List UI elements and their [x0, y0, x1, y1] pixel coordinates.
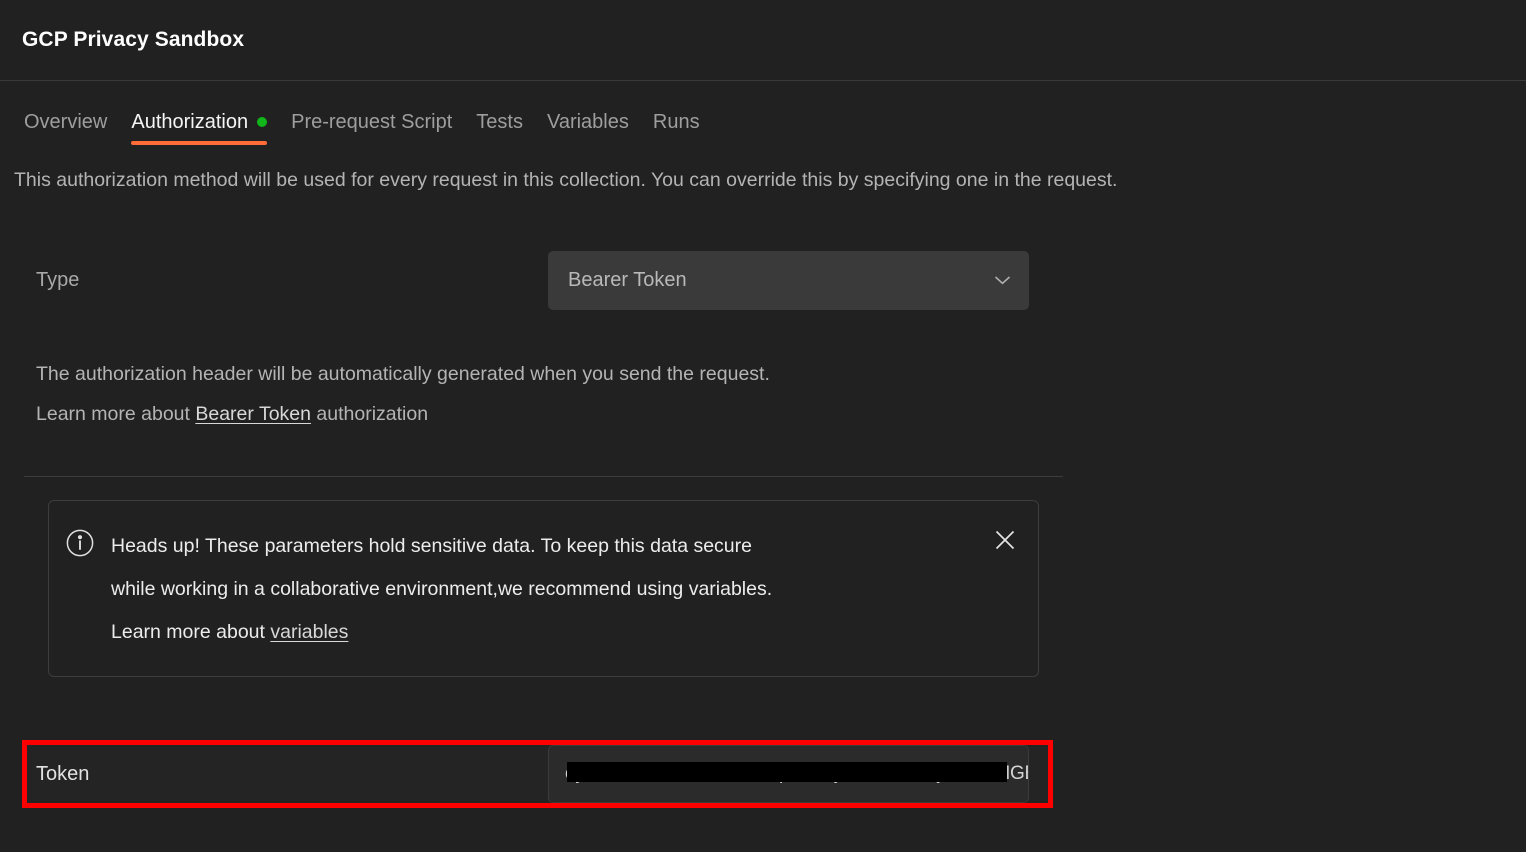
auth-type-selected-value: Bearer Token	[568, 269, 687, 292]
callout-message: Heads up! These parameters hold sensitiv…	[111, 525, 1020, 654]
tab-status-dot	[257, 117, 267, 127]
authorization-description: This authorization method will be used f…	[12, 147, 1514, 191]
tab-tests[interactable]: Tests	[464, 93, 535, 145]
tab-authorization[interactable]: Authorization	[119, 93, 279, 145]
auth-help-text: The authorization header will be automat…	[12, 354, 1514, 434]
callout-line-3: Learn more about variables	[111, 611, 1020, 654]
tab-overview[interactable]: Overview	[12, 93, 119, 145]
token-redaction-overlay	[567, 762, 1007, 782]
tab-variables[interactable]: Variables	[535, 93, 641, 145]
auth-help-line-2: Learn more about Bearer Token authorizat…	[36, 394, 1514, 434]
callout-line-1: Heads up! These parameters hold sensitiv…	[111, 525, 1020, 568]
token-input[interactable]: eyJhbGciOiJSUzI1NiIsImtpZCI6IjE1M2I1ZTFj…	[548, 745, 1029, 803]
chevron-down-icon	[994, 275, 1011, 285]
tab-label: Tests	[476, 112, 523, 132]
auth-help-line-1: The authorization header will be automat…	[36, 354, 1514, 394]
auth-type-label: Type	[36, 269, 548, 292]
callout-line-2: while working in a collaborative environ…	[111, 568, 1020, 611]
tab-runs[interactable]: Runs	[641, 93, 712, 145]
auth-type-dropdown[interactable]: Bearer Token	[548, 251, 1029, 310]
auth-type-row: Type Bearer Token	[12, 251, 1514, 310]
authorization-panel: This authorization method will be used f…	[0, 147, 1526, 677]
tab-label: Pre-request Script	[291, 112, 452, 132]
tab-bar: Overview Authorization Pre-request Scrip…	[0, 81, 1526, 147]
page-title: GCP Privacy Sandbox	[22, 28, 244, 52]
close-icon	[994, 529, 1016, 551]
tab-label: Runs	[653, 112, 700, 132]
tab-label: Authorization	[131, 112, 248, 132]
tab-label: Overview	[24, 112, 107, 132]
info-circle-icon	[65, 528, 95, 558]
sensitive-data-callout: Heads up! These parameters hold sensitiv…	[48, 500, 1039, 677]
tab-pre-request-script[interactable]: Pre-request Script	[279, 93, 464, 145]
auth-help-line-2-suffix: authorization	[311, 403, 428, 425]
tab-label: Variables	[547, 112, 629, 132]
token-label: Token	[27, 763, 548, 786]
tab-active-underline	[131, 141, 267, 145]
token-row: Token eyJhbGciOiJSUzI1NiIsImtpZCI6IjE1M2…	[27, 745, 1048, 803]
callout-close-button[interactable]	[988, 523, 1022, 557]
app-header: GCP Privacy Sandbox	[0, 0, 1526, 81]
auth-help-line-2-prefix: Learn more about	[36, 403, 195, 425]
bearer-token-link[interactable]: Bearer Token	[195, 403, 311, 425]
callout-line-3-prefix: Learn more about	[111, 621, 270, 643]
variables-link[interactable]: variables	[270, 621, 348, 643]
section-divider	[24, 476, 1063, 477]
